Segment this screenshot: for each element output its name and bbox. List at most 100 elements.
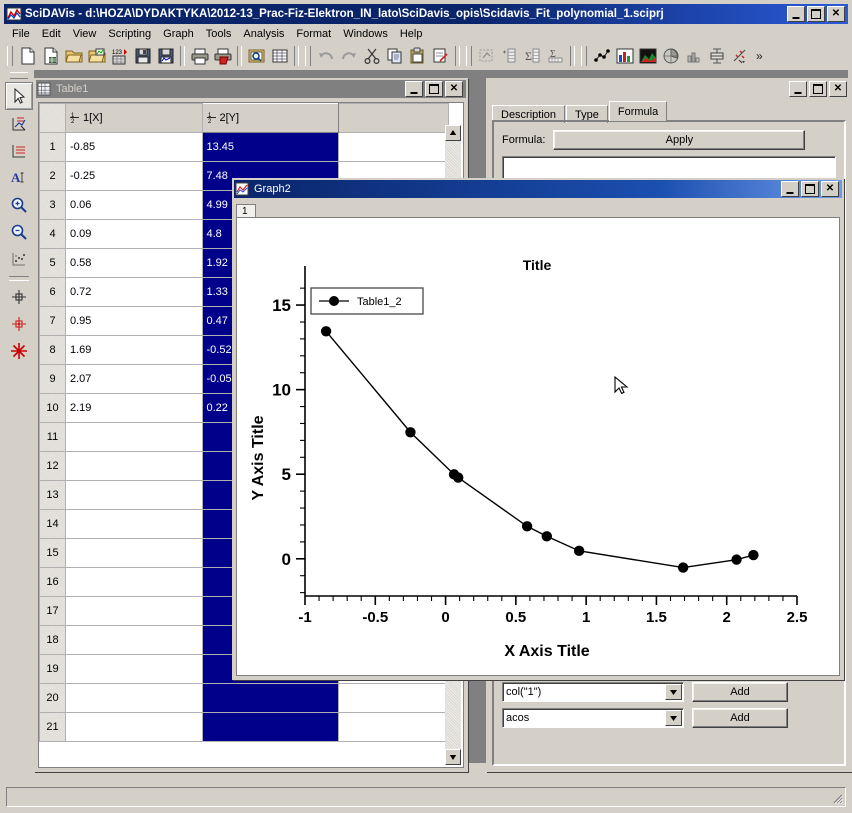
row-header[interactable]: 9 — [39, 364, 66, 394]
cell-y[interactable] — [201, 712, 339, 742]
select-data-range-icon[interactable] — [475, 45, 498, 67]
maximize-button[interactable] — [807, 6, 825, 22]
remove-data-point-tool[interactable] — [6, 311, 32, 337]
scatter-plot-icon[interactable] — [728, 45, 751, 67]
cell-x[interactable] — [65, 422, 203, 452]
row-header[interactable]: 21 — [39, 712, 66, 742]
minimize-button[interactable] — [787, 6, 805, 22]
redo-icon[interactable] — [337, 45, 360, 67]
new-table-icon[interactable] — [39, 45, 62, 67]
chevron-down-icon[interactable] — [665, 684, 682, 700]
add-function-button[interactable]: Add — [692, 708, 788, 728]
row-header[interactable]: 15 — [39, 538, 66, 568]
sum-column-icon[interactable]: Σ — [521, 45, 544, 67]
table-maximize-button[interactable] — [425, 81, 443, 97]
row-header[interactable]: 6 — [39, 277, 66, 307]
row-header[interactable]: 12 — [39, 451, 66, 481]
data-point[interactable] — [748, 549, 759, 561]
chevron-down-icon[interactable] — [665, 710, 682, 726]
properties-close-button[interactable]: ✕ — [829, 81, 847, 97]
menu-view[interactable]: View — [67, 26, 103, 42]
row-header[interactable]: 16 — [39, 567, 66, 597]
print-icon[interactable] — [188, 45, 211, 67]
cell-x[interactable]: -0.25 — [65, 161, 203, 191]
multi-peak-fit-tool[interactable] — [6, 338, 32, 364]
toolbar-grip[interactable] — [305, 46, 311, 66]
menu-windows[interactable]: Windows — [337, 26, 394, 42]
cell-x[interactable] — [65, 509, 203, 539]
cell-x[interactable] — [65, 538, 203, 568]
row-header[interactable]: 11 — [39, 422, 66, 452]
cell-x[interactable]: 1.69 — [65, 335, 203, 365]
chart-legend[interactable]: Table1_2 — [310, 287, 424, 315]
cell-x[interactable]: 2.07 — [65, 364, 203, 394]
graph-window[interactable]: Graph2 ✕ 1 Title -1 -0.5 0 0.5 1 1.5 2 2.5 0 5 10 1… — [232, 178, 844, 680]
menu-graph[interactable]: Graph — [157, 26, 200, 42]
data-point[interactable] — [573, 545, 585, 557]
table-row[interactable]: 21 — [39, 712, 449, 742]
open-project-icon[interactable] — [62, 45, 85, 67]
cell-blank[interactable] — [338, 712, 449, 742]
paste-icon[interactable] — [406, 45, 429, 67]
cell-x[interactable] — [65, 654, 203, 684]
cell-blank[interactable] — [338, 683, 449, 713]
add-column-icon[interactable] — [498, 45, 521, 67]
cell-x[interactable]: 2.19 — [65, 393, 203, 423]
add-text-tool[interactable]: A — [6, 165, 32, 191]
menu-tools[interactable]: Tools — [200, 26, 238, 42]
cell-y[interactable] — [201, 683, 339, 713]
column-header-x[interactable]: 12 1[X] — [65, 103, 203, 133]
box-plot-icon[interactable] — [705, 45, 728, 67]
delete-icon[interactable] — [429, 45, 452, 67]
data-point[interactable] — [453, 472, 464, 483]
graph-canvas[interactable]: Title -1 -0.5 0 0.5 1 1.5 2 2.5 0 5 10 15 X Axis Ti… — [236, 217, 840, 676]
copy-icon[interactable] — [383, 45, 406, 67]
corner-header[interactable] — [39, 103, 66, 133]
cell-x[interactable]: 0.58 — [65, 248, 203, 278]
graph-minimize-button[interactable] — [781, 181, 799, 197]
palette-grip[interactable] — [10, 72, 28, 79]
apply-button[interactable]: Apply — [553, 130, 806, 150]
new-matrix-icon[interactable]: 123 — [108, 45, 131, 67]
cut-icon[interactable] — [360, 45, 383, 67]
save-project-icon[interactable] — [131, 45, 154, 67]
close-button[interactable]: ✕ — [827, 6, 845, 22]
cell-x[interactable] — [65, 596, 203, 626]
row-header[interactable]: 18 — [39, 625, 66, 655]
cell-x[interactable]: 0.06 — [65, 190, 203, 220]
pointer-tool[interactable] — [5, 82, 33, 110]
scroll-down-arrow-icon[interactable] — [445, 749, 461, 765]
vertical-bars-icon[interactable] — [613, 45, 636, 67]
row-header[interactable]: 2 — [39, 161, 66, 191]
row-header[interactable]: 10 — [39, 393, 66, 423]
menu-edit[interactable]: Edit — [36, 26, 67, 42]
row-header[interactable]: 14 — [39, 509, 66, 539]
data-point[interactable] — [320, 326, 332, 337]
cell-blank[interactable] — [338, 132, 449, 162]
data-point[interactable] — [731, 554, 742, 565]
row-header[interactable]: 8 — [39, 335, 66, 365]
pie-chart-icon[interactable] — [659, 45, 682, 67]
scroll-up-arrow-icon[interactable] — [445, 125, 461, 141]
cell-x[interactable]: 0.09 — [65, 219, 203, 249]
properties-maximize-button[interactable] — [809, 81, 827, 97]
print-preview-icon[interactable] — [245, 45, 268, 67]
draw-data-points-tool[interactable] — [6, 246, 32, 272]
row-header[interactable]: 1 — [39, 132, 66, 162]
data-point[interactable] — [677, 562, 689, 573]
row-header[interactable]: 3 — [39, 190, 66, 220]
toolbar-grip[interactable] — [7, 46, 13, 66]
cell-x[interactable] — [65, 712, 203, 742]
plot-area[interactable]: Title -1 -0.5 0 0.5 1 1.5 2 2.5 0 5 10 15 X Axis Ti… — [237, 218, 837, 673]
cell-x[interactable] — [65, 625, 203, 655]
column-select-combo[interactable]: col("1") — [502, 682, 684, 702]
zoom-out-tool[interactable] — [6, 219, 32, 245]
histogram-icon[interactable] — [682, 45, 705, 67]
properties-minimize-button[interactable] — [789, 81, 807, 97]
row-header[interactable]: 13 — [39, 480, 66, 510]
line-symbol-plot-icon[interactable] — [590, 45, 613, 67]
row-header[interactable]: 20 — [39, 683, 66, 713]
menu-analysis[interactable]: Analysis — [237, 26, 290, 42]
graph-layer-tab-1[interactable]: 1 — [236, 204, 256, 218]
data-point[interactable] — [405, 427, 416, 438]
